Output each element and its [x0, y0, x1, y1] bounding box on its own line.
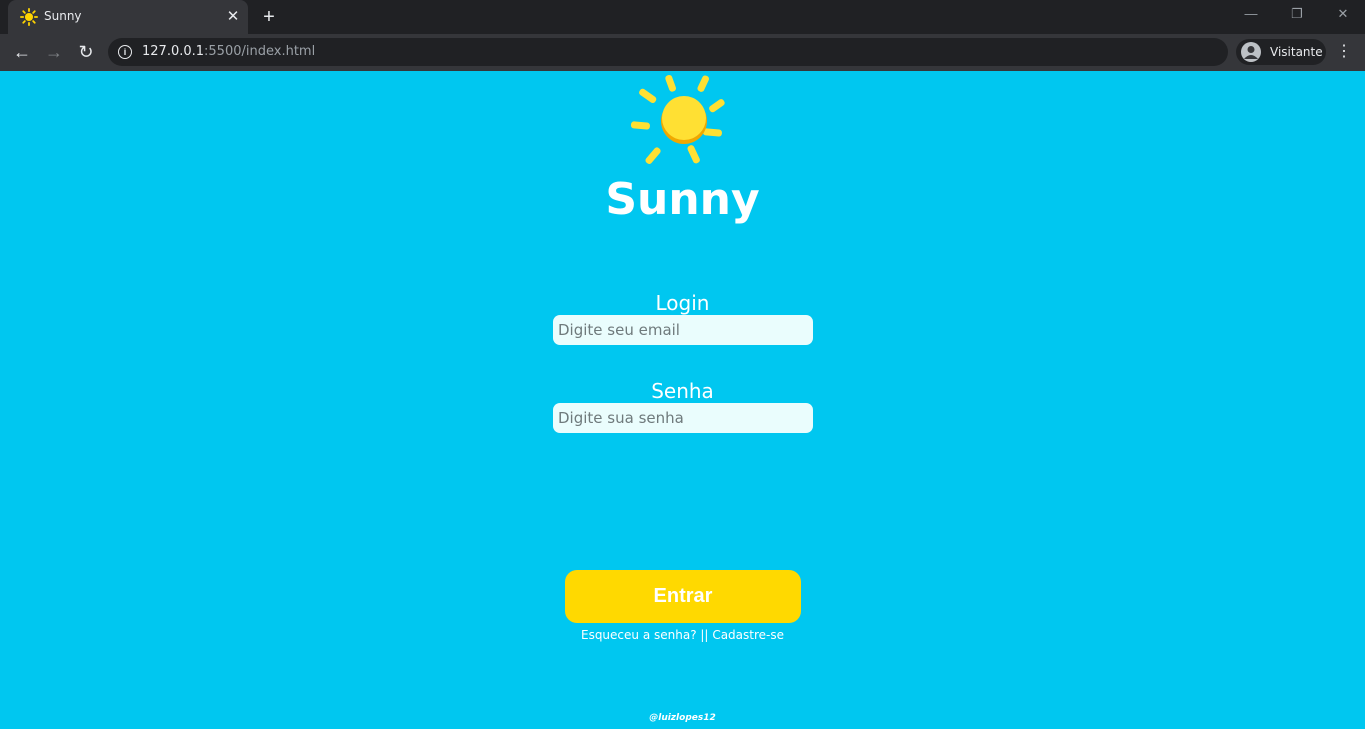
- minimize-icon[interactable]: —: [1239, 4, 1263, 24]
- sun-icon: [630, 74, 725, 165]
- email-field[interactable]: [553, 315, 813, 345]
- login-button[interactable]: Entrar: [565, 570, 801, 623]
- signup-link[interactable]: Cadastre-se: [712, 628, 784, 642]
- info-icon[interactable]: i: [118, 45, 132, 59]
- forgot-password-link[interactable]: Esqueceu a senha?: [581, 628, 697, 642]
- reload-icon[interactable]: ↻: [73, 39, 99, 65]
- login-label: Login: [655, 291, 710, 315]
- profile-button[interactable]: Visitante: [1236, 39, 1326, 65]
- profile-label: Visitante: [1270, 45, 1323, 59]
- sun-icon: [20, 8, 38, 26]
- url-text: 127.0.0.1:5500/index.html: [142, 44, 316, 59]
- close-window-icon[interactable]: ✕: [1331, 4, 1355, 24]
- app-title: Sunny: [605, 174, 760, 225]
- address-bar[interactable]: i 127.0.0.1:5500/index.html: [108, 38, 1228, 66]
- footer-credit[interactable]: @luizlopes12: [0, 713, 1365, 723]
- browser-tab[interactable]: Sunny ✕: [8, 0, 248, 34]
- forward-arrow-icon[interactable]: →: [41, 39, 67, 65]
- password-label: Senha: [651, 379, 714, 403]
- plus-icon[interactable]: +: [258, 6, 280, 28]
- profile-icon: [1241, 42, 1261, 62]
- tab-title: Sunny: [44, 9, 82, 23]
- back-arrow-icon[interactable]: ←: [9, 39, 35, 65]
- restore-icon[interactable]: ❐: [1285, 4, 1309, 24]
- auth-links: Esqueceu a senha? || Cadastre-se: [0, 628, 1365, 642]
- tab-strip: Sunny ✕ + — ❐ ✕: [0, 0, 1365, 34]
- links-separator: ||: [700, 628, 709, 642]
- login-page: Sunny Login Senha Entrar Esqueceu a senh…: [0, 71, 1365, 729]
- browser-toolbar: ← → ↻ i 127.0.0.1:5500/index.html Visita…: [0, 34, 1365, 71]
- kebab-menu-icon[interactable]: ⋮: [1334, 39, 1354, 65]
- close-icon[interactable]: ✕: [224, 8, 242, 26]
- password-field[interactable]: [553, 403, 813, 433]
